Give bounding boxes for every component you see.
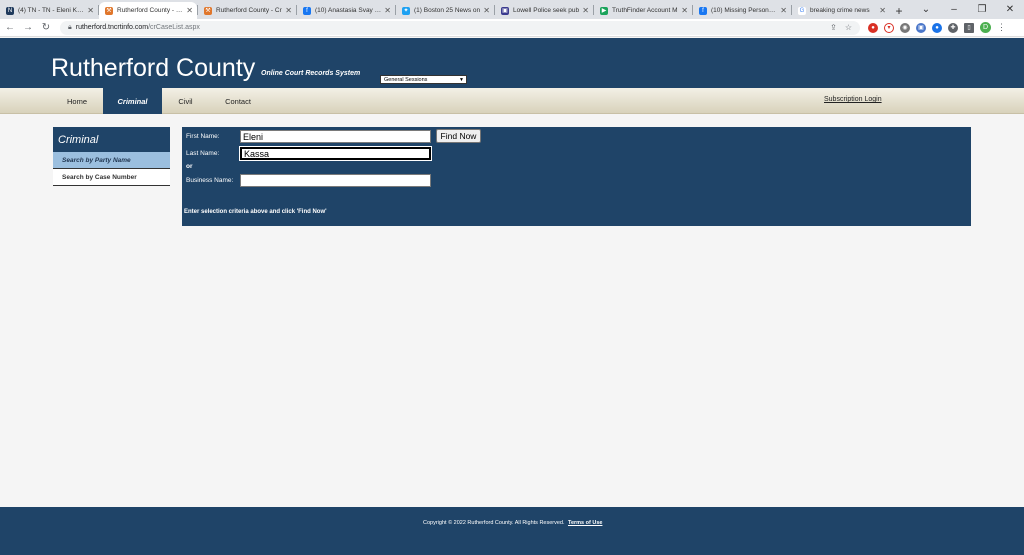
close-tab-icon[interactable]: ✕: [285, 6, 292, 15]
new-tab-button[interactable]: +: [890, 2, 908, 19]
pocket-extension-icon[interactable]: ▾: [884, 22, 894, 33]
minimize-button[interactable]: –: [940, 0, 968, 19]
chevron-down-icon: ▼: [459, 76, 464, 83]
browser-tab[interactable]: ⚒ Rutherford County - On ✕: [99, 2, 197, 19]
news-icon: ▣: [501, 6, 509, 15]
browser-tab[interactable]: N (4) TN - TN - Eleni Kass ✕: [0, 2, 98, 19]
puzzle-extensions-icon[interactable]: ✚: [948, 22, 958, 33]
nav-contact[interactable]: Contact: [214, 88, 262, 114]
screenshot-extension-icon[interactable]: ▣: [916, 22, 926, 33]
or-label: or: [186, 163, 193, 170]
gavel-icon: ⚒: [105, 6, 113, 15]
url-path: /crCaseList.aspx: [148, 24, 200, 31]
browser-tab[interactable]: ▣ Lowell Police seek pub ✕: [495, 2, 593, 19]
close-window-button[interactable]: ✕: [996, 0, 1024, 19]
sidebar-heading: Criminal: [53, 127, 170, 152]
court-type-value: General Sessions: [384, 76, 428, 83]
browser-tab[interactable]: f (10) Anastasia Svay | Fa ✕: [297, 2, 395, 19]
url-host: rutherford.tncrtinfo.com: [75, 24, 149, 31]
facebook-icon: f: [699, 6, 707, 15]
nav-home[interactable]: Home: [52, 88, 102, 114]
forward-icon[interactable]: →: [20, 20, 36, 36]
back-icon[interactable]: ←: [2, 20, 18, 36]
facebook-icon: f: [303, 6, 311, 15]
close-tab-icon[interactable]: ✕: [384, 6, 391, 15]
site-subtitle: Online Court Records System: [261, 70, 361, 77]
browser-tab[interactable]: ⚒ Rutherford County - Cr ✕: [198, 2, 296, 19]
chrome-menu-icon[interactable]: ⋮: [997, 22, 1006, 33]
terms-of-use-link[interactable]: Terms of Use: [568, 520, 602, 526]
main-navbar: Home Criminal Civil Contact Subscription…: [0, 88, 1024, 114]
tab-title: Rutherford County - On: [117, 7, 184, 14]
nav-civil[interactable]: Civil: [167, 88, 204, 114]
site-header: Rutherford County Online Court Records S…: [0, 38, 1024, 88]
close-tab-icon[interactable]: ✕: [186, 6, 193, 15]
share-icon[interactable]: ⇪: [830, 23, 837, 32]
tab-title: breaking crime news: [810, 7, 870, 14]
close-tab-icon[interactable]: ✕: [681, 6, 688, 15]
adblock-extension-icon[interactable]: ●: [868, 22, 878, 33]
browser-tabstrip: N (4) TN - TN - Eleni Kass ✕ ⚒ Rutherford Co…: [0, 0, 1024, 19]
tab-title: (10) Missing Persons C: [711, 7, 778, 14]
sidebar-item-case-number[interactable]: Search by Case Number: [53, 169, 170, 186]
search-instructions: Enter selection criteria above and click…: [184, 209, 327, 215]
close-tab-icon[interactable]: ✕: [879, 6, 886, 15]
subscription-login-link[interactable]: Subscription Login: [824, 96, 882, 103]
last-name-label: Last Name:: [186, 150, 220, 157]
site-footer: Copyright © 2022 Rutherford County. All …: [0, 507, 1024, 555]
search-form: First Name: Find Now Last Name: or Busin…: [182, 127, 971, 226]
reload-icon[interactable]: ↻: [38, 20, 54, 36]
nav-criminal[interactable]: Criminal: [103, 88, 162, 114]
restore-button[interactable]: ❐: [968, 0, 996, 19]
tab-title: TruthFinder Account M: [612, 7, 678, 14]
find-now-button[interactable]: Find Now: [436, 129, 481, 143]
copyright-text: Copyright © 2022 Rutherford County. All …: [423, 520, 565, 526]
first-name-input[interactable]: [240, 130, 431, 143]
first-name-label: First Name:: [186, 133, 220, 140]
business-name-input[interactable]: [240, 174, 431, 187]
close-tab-icon[interactable]: ✕: [582, 6, 589, 15]
browser-tab[interactable]: f (10) Missing Persons C ✕: [693, 2, 791, 19]
court-type-select[interactable]: General Sessions ▼: [380, 75, 467, 84]
sidebar: Criminal Search by Party Name Search by …: [53, 127, 170, 186]
browser-tab[interactable]: ✦ (1) Boston 25 News on ✕: [396, 2, 494, 19]
address-bar[interactable]: 🔒︎ rutherford.tncrtinfo.com/crCaseList.a…: [60, 20, 860, 35]
tab-search-icon[interactable]: ⌄: [912, 0, 940, 19]
close-tab-icon[interactable]: ✕: [87, 6, 94, 15]
sidepanel-icon[interactable]: ▯: [964, 22, 974, 33]
lock-icon[interactable]: 🔒︎: [68, 24, 72, 32]
profile-avatar[interactable]: D: [980, 22, 991, 33]
site-title: Rutherford County: [51, 54, 256, 82]
browser-tab[interactable]: Gbreaking crime news ✕: [792, 2, 890, 19]
browser-toolbar: ← → ↻ 🔒︎ rutherford.tncrtinfo.com/crCase…: [0, 19, 1024, 37]
extensions-area: ● ▾ ◉ ▣ ● ✚ ▯ D ⋮: [868, 22, 1012, 33]
sidebar-item-party-name[interactable]: Search by Party Name: [53, 152, 170, 169]
close-tab-icon[interactable]: ✕: [483, 6, 490, 15]
last-name-input[interactable]: [239, 146, 432, 161]
twitter-icon: ✦: [402, 6, 410, 15]
tab-title: (1) Boston 25 News on: [414, 7, 481, 14]
business-name-label: Business Name:: [186, 177, 234, 184]
google-icon: G: [798, 6, 806, 15]
tn-icon: N: [6, 6, 14, 15]
tab-title: (4) TN - TN - Eleni Kass: [18, 7, 85, 14]
gavel-icon: ⚒: [204, 6, 212, 15]
bookmark-star-icon[interactable]: ☆: [845, 23, 852, 32]
tab-title: Rutherford County - Cr: [216, 7, 282, 14]
tab-title: Lowell Police seek pub: [513, 7, 580, 14]
truthfinder-icon: ▶: [600, 6, 608, 15]
tab-title: (10) Anastasia Svay | Fa: [315, 7, 382, 14]
browser-tab[interactable]: ▶ TruthFinder Account M ✕: [594, 2, 692, 19]
blue-extension-icon[interactable]: ●: [932, 22, 942, 33]
close-tab-icon[interactable]: ✕: [780, 6, 787, 15]
camera-extension-icon[interactable]: ◉: [900, 22, 910, 33]
window-controls: ⌄ – ❐ ✕: [912, 0, 1024, 19]
